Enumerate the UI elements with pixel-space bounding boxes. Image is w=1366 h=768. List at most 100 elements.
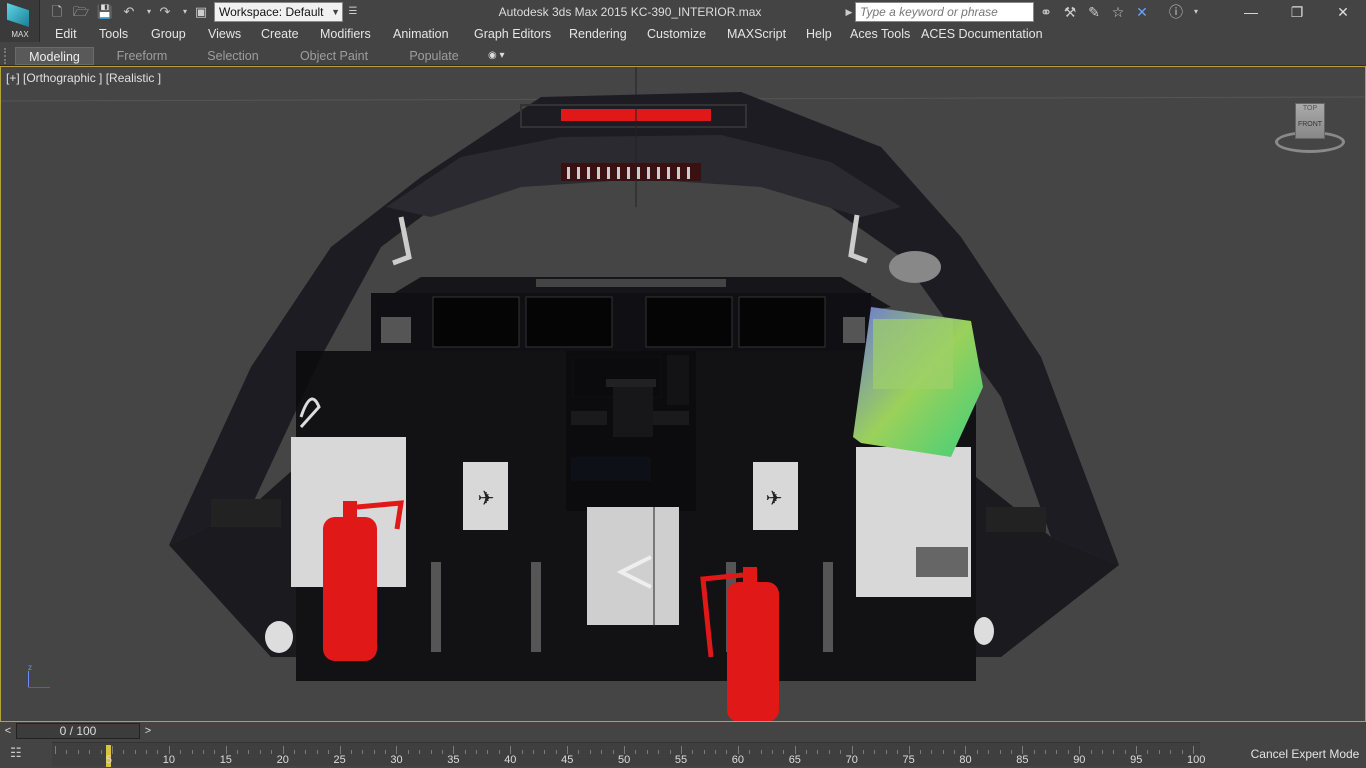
track-tick: [624, 746, 625, 754]
track-tick: [293, 750, 295, 754]
track-tick: [1113, 750, 1115, 754]
open-file-icon[interactable]: 🗁: [72, 3, 90, 21]
menu-help[interactable]: Help: [806, 27, 832, 41]
track-tick: [840, 750, 842, 754]
track-tick: [146, 750, 148, 754]
menu-aces-tools[interactable]: Aces Tools: [850, 27, 910, 41]
menu-aces-documentation[interactable]: ACES Documentation: [921, 27, 1043, 41]
new-file-icon[interactable]: 🗋: [48, 3, 66, 21]
star-icon[interactable]: ☆: [1108, 3, 1128, 21]
tab-populate[interactable]: Populate: [396, 47, 472, 65]
binoculars-icon[interactable]: ⚭: [1036, 3, 1056, 21]
cockpit-scene: ✈ ✈: [1, 67, 1365, 721]
track-tick: [817, 750, 819, 754]
display-4: [738, 296, 826, 348]
track-tick: [1158, 750, 1160, 754]
search-input[interactable]: Type a keyword or phrase: [855, 2, 1034, 22]
ribbon-options-icon[interactable]: ◉ ▾: [488, 47, 514, 65]
tab-freeform[interactable]: Freeform: [100, 47, 184, 65]
exchange-icon[interactable]: ✕: [1132, 3, 1152, 21]
help-dropdown-icon[interactable]: ▾: [1186, 3, 1206, 21]
track-tick-label: 100: [1187, 754, 1206, 766]
right-side-console: [986, 507, 1046, 532]
track-tick-label: 50: [618, 754, 631, 766]
track-tick: [271, 750, 273, 754]
menu-create[interactable]: Create: [261, 27, 299, 41]
fire-extinguisher-right: [727, 582, 779, 721]
track-tick: [191, 750, 193, 754]
communication-icon[interactable]: ✎: [1084, 3, 1104, 21]
track-tick: [612, 750, 614, 754]
menu-group[interactable]: Group: [151, 27, 186, 41]
time-next-button[interactable]: >: [141, 723, 155, 739]
menu-tools[interactable]: Tools: [99, 27, 128, 41]
subscription-icon[interactable]: ⚒: [1060, 3, 1080, 21]
redo-icon[interactable]: ↷: [156, 3, 174, 21]
track-tick: [783, 750, 785, 754]
track-tick: [89, 750, 91, 754]
track-tick-label: 60: [731, 754, 745, 766]
quick-access-menu-icon[interactable]: ☰: [344, 3, 362, 21]
time-slider-frame: 0 / 100: [59, 724, 97, 738]
menu-maxscript[interactable]: MAXScript: [727, 27, 786, 41]
track-tick: [874, 750, 876, 754]
close-button[interactable]: ✕: [1320, 0, 1366, 24]
tab-modeling[interactable]: Modeling: [15, 47, 94, 65]
menu-customize[interactable]: Customize: [647, 27, 706, 41]
undo-icon[interactable]: ↶: [120, 3, 138, 21]
ribbon-grip-icon[interactable]: [4, 48, 10, 64]
ribbon-bar: Modeling Freeform Selection Object Paint…: [0, 45, 1366, 66]
track-tick: [282, 746, 284, 754]
menu-views[interactable]: Views: [208, 27, 241, 41]
save-icon[interactable]: 💾: [96, 3, 114, 21]
track-tick-label: 5: [105, 754, 113, 766]
time-prev-button[interactable]: <: [1, 723, 15, 739]
viewcube-top-label: TOP: [1302, 105, 1318, 112]
track-tick: [988, 750, 990, 754]
time-slider[interactable]: 0 / 100: [16, 723, 140, 739]
tab-object-paint[interactable]: Object Paint: [284, 47, 384, 65]
track-tick: [544, 750, 546, 754]
track-tick-label: 90: [1073, 754, 1086, 766]
track-tick: [237, 750, 239, 754]
track-tick: [976, 750, 978, 754]
cancel-expert-mode-button[interactable]: Cancel Expert Mode: [1244, 740, 1366, 768]
track-tick: [646, 750, 648, 754]
track-tick: [635, 750, 637, 754]
track-tick: [851, 746, 853, 754]
track-tick: [1181, 750, 1183, 754]
track-tick: [339, 746, 341, 754]
track-tick: [66, 750, 68, 754]
track-tick: [498, 750, 500, 754]
workspace-dropdown[interactable]: Workspace: Default ▼: [214, 2, 343, 22]
track-tick: [737, 746, 739, 754]
track-tick: [703, 750, 705, 754]
track-tick-label: 20: [276, 754, 289, 766]
app-menu-button[interactable]: MAX: [0, 0, 40, 42]
menu-graph-editors[interactable]: Graph Editors: [474, 27, 551, 41]
track-tick: [680, 746, 682, 754]
restore-button[interactable]: ❐: [1274, 0, 1320, 24]
right-seat-logo-icon: ✈: [766, 486, 783, 510]
track-tick-label: 25: [333, 754, 346, 766]
fire-extinguisher-left: [323, 517, 377, 661]
track-tick: [441, 750, 443, 754]
track-tick: [316, 750, 318, 754]
menu-animation[interactable]: Animation: [393, 27, 449, 41]
viewcube-front-label: FRONT: [1297, 121, 1323, 128]
workspace-label: Workspace: Default: [219, 5, 324, 19]
tab-selection[interactable]: Selection: [190, 47, 276, 65]
track-tick: [419, 750, 421, 754]
viewcube[interactable]: TOP FRONT: [1269, 97, 1349, 167]
track-tick: [248, 750, 250, 754]
menu-rendering[interactable]: Rendering: [569, 27, 627, 41]
track-tick: [157, 750, 159, 754]
viewport-orthographic[interactable]: [+] [Orthographic ] [Realistic ] ✈ ✈ z T…: [0, 66, 1366, 722]
minimize-button[interactable]: —: [1228, 0, 1274, 24]
menu-modifiers[interactable]: Modifiers: [320, 27, 371, 41]
menu-edit[interactable]: Edit: [55, 27, 77, 41]
project-folder-icon[interactable]: ▣: [192, 3, 210, 21]
track-tick: [862, 750, 864, 754]
track-tick: [1010, 750, 1012, 754]
help-icon[interactable]: ⓘ: [1166, 3, 1186, 21]
